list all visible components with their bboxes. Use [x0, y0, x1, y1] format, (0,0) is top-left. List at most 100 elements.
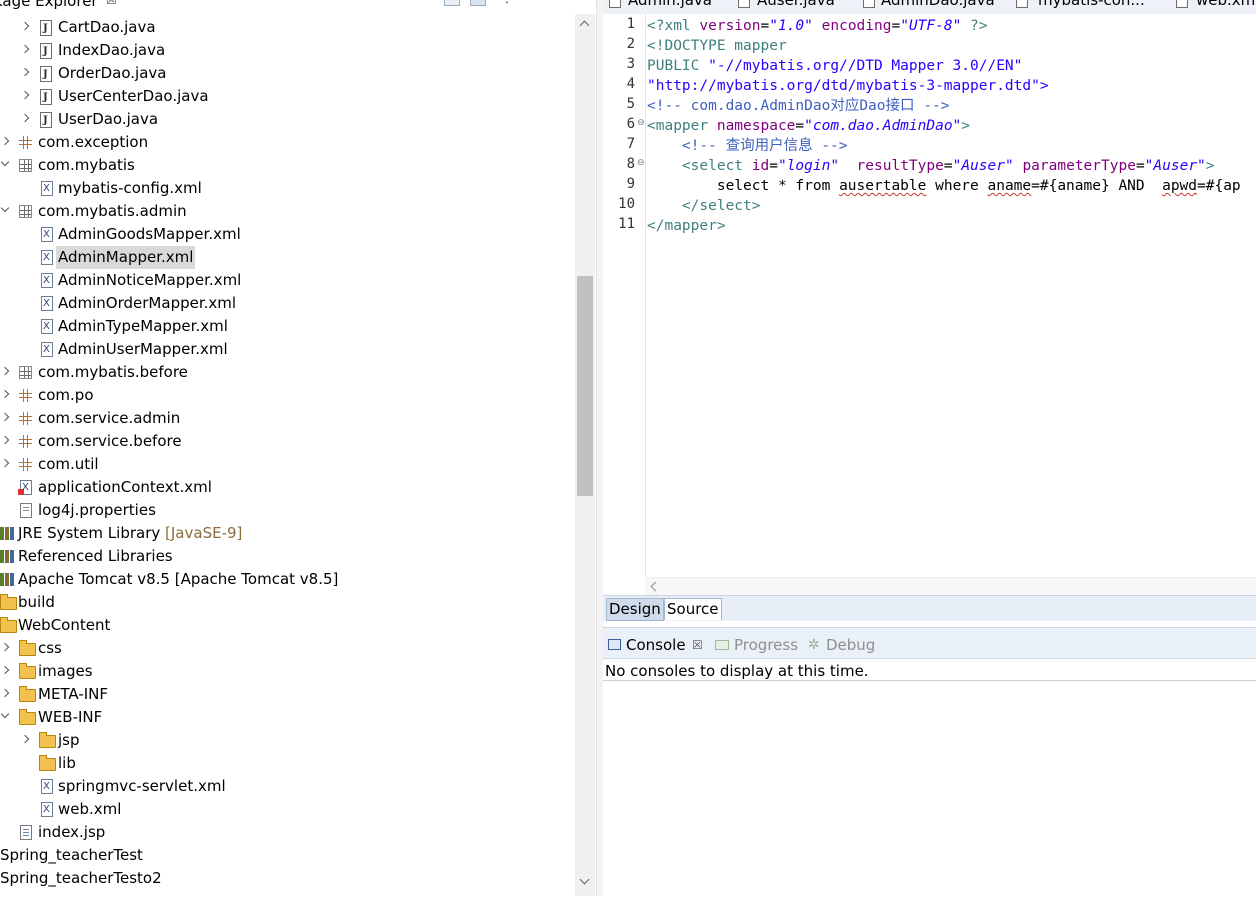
- tree-item-cartdao[interactable]: CartDao.java: [0, 16, 575, 40]
- collapse-all-icon[interactable]: [444, 0, 460, 6]
- tree-item-jsp-folder[interactable]: jsp: [0, 729, 575, 752]
- folder-open-icon: [19, 709, 36, 725]
- code-line-5: <!-- com.dao.AdminDao对应Dao接口 -->: [647, 98, 950, 114]
- tree-item-springmvc-servlet[interactable]: springmvc-servlet.xml: [0, 775, 575, 798]
- code-line-11: </mapper>: [647, 218, 726, 234]
- code-token: where: [926, 178, 988, 194]
- tree-item-tomcat[interactable]: Apache Tomcat v8.5 [Apache Tomcat v8.5]: [0, 568, 575, 591]
- jsp-file-icon: [20, 825, 32, 840]
- fold-collapse-icon[interactable]: ⊖: [637, 158, 645, 168]
- tree-item-com-service-admin[interactable]: com.service.admin: [0, 407, 575, 430]
- tree-item-images[interactable]: images: [0, 660, 575, 683]
- scrollbar-thumb[interactable]: [577, 276, 593, 496]
- collapse-arrow-icon[interactable]: [1, 713, 9, 721]
- tree-item-label: build: [18, 593, 55, 611]
- line-number: 4: [626, 76, 635, 92]
- line-number: 1: [626, 16, 635, 32]
- tree-item-project-spring-teachertesto2[interactable]: Spring_teacherTesto2: [0, 867, 575, 890]
- close-icon[interactable]: ☒: [692, 635, 703, 655]
- tree-item-com-mybatis-admin[interactable]: com.mybatis.admin: [0, 200, 575, 223]
- expand-arrow-icon[interactable]: [21, 92, 29, 100]
- expand-arrow-icon[interactable]: [1, 368, 9, 376]
- scroll-down-arrow-icon[interactable]: [575, 874, 595, 894]
- tree-item-web-xml[interactable]: web.xml: [0, 798, 575, 821]
- tree-item-label: AdminMapper.xml: [56, 246, 196, 269]
- expand-arrow-icon[interactable]: [1, 414, 9, 422]
- expand-arrow-icon[interactable]: [21, 46, 29, 54]
- tree-item-label: com.exception: [38, 133, 149, 151]
- tree-item-css[interactable]: css: [0, 637, 575, 660]
- tree-item-usercenterdao[interactable]: UserCenterDao.java: [0, 85, 575, 109]
- code-area[interactable]: 1 2 3 4 5 6 ⊖ 7 8 ⊖ 9 10 11 <?xml versio…: [603, 14, 1256, 577]
- collapse-arrow-icon[interactable]: [1, 207, 9, 215]
- tree-item-adminmapper-selected[interactable]: AdminMapper.xml: [0, 246, 575, 269]
- expand-arrow-icon[interactable]: [21, 736, 29, 744]
- expand-arrow-icon[interactable]: [1, 644, 9, 652]
- folder-icon: [19, 663, 36, 679]
- xml-file-icon: [41, 315, 53, 338]
- tree-item-lib[interactable]: lib: [0, 752, 575, 775]
- link-with-editor-icon[interactable]: [470, 0, 486, 6]
- java-file-icon: [40, 86, 52, 109]
- console-empty-message: No consoles to display at this time.: [605, 662, 869, 680]
- code-token: <?xml: [647, 18, 700, 34]
- fold-collapse-icon[interactable]: ⊖: [637, 118, 645, 128]
- tree-item-adminusermapper[interactable]: AdminUserMapper.xml: [0, 338, 575, 361]
- scroll-left-arrow-icon[interactable]: [649, 580, 659, 592]
- expand-arrow-icon[interactable]: [21, 23, 29, 31]
- tree-item-adminnoticemapper[interactable]: AdminNoticeMapper.xml: [0, 269, 575, 292]
- tree-item-project-spring-teachertest[interactable]: Spring_teacherTest: [0, 844, 575, 867]
- expand-arrow-icon[interactable]: [1, 460, 9, 468]
- tree-item-label: com.mybatis: [38, 156, 135, 174]
- tree-item-label: META-INF: [38, 685, 109, 703]
- tree-item-com-util[interactable]: com.util: [0, 453, 575, 476]
- tree-item-index-jsp[interactable]: index.jsp: [0, 821, 575, 844]
- code-token: =: [1135, 158, 1145, 174]
- tree-item-com-mybatis[interactable]: com.mybatis: [0, 154, 575, 177]
- tree-item-referenced-libraries[interactable]: Referenced Libraries: [0, 545, 575, 568]
- vertical-scrollbar[interactable]: [575, 14, 595, 896]
- scroll-up-arrow-icon[interactable]: [575, 14, 595, 34]
- tree-item-mybatis-config[interactable]: mybatis-config.xml: [0, 177, 575, 200]
- tree-item-label: UserDao.java: [58, 110, 159, 128]
- tree-item-orderdao[interactable]: OrderDao.java: [0, 62, 575, 86]
- expand-arrow-icon[interactable]: [1, 690, 9, 698]
- tab-design[interactable]: Design: [606, 598, 664, 621]
- tree-item-meta-inf[interactable]: META-INF: [0, 683, 575, 706]
- tab-source[interactable]: Source: [664, 598, 722, 620]
- tree-item-log4j[interactable]: log4j.properties: [0, 499, 575, 522]
- tree-item-applicationcontext[interactable]: applicationContext.xml: [0, 476, 575, 499]
- tree-item-indexdao[interactable]: IndexDao.java: [0, 39, 575, 63]
- tree-item-com-exception[interactable]: com.exception: [0, 131, 575, 154]
- library-icon: [0, 550, 14, 563]
- tree-item-web-inf[interactable]: WEB-INF: [0, 706, 575, 729]
- tree-item-com-mybatis-before[interactable]: com.mybatis.before: [0, 361, 575, 384]
- view-title[interactable]: kage Explorer: [0, 0, 98, 10]
- line-number: 11: [618, 216, 635, 232]
- tree-item-com-service-before[interactable]: com.service.before: [0, 430, 575, 453]
- tree-item-build[interactable]: build: [0, 591, 575, 614]
- horizontal-scrollbar[interactable]: [645, 577, 1256, 595]
- expand-arrow-icon[interactable]: [1, 138, 9, 146]
- view-menu-icon[interactable]: ⋮: [500, 0, 514, 6]
- minimize-icon[interactable]: —: [560, 0, 572, 6]
- tree-item-label: com.mybatis.admin: [38, 202, 187, 220]
- tree-item-admingoodsmapper[interactable]: AdminGoodsMapper.xml: [0, 223, 575, 246]
- code-line-9: select * from ausertable where aname=#{a…: [647, 176, 1241, 196]
- tree-item-webcontent[interactable]: WebContent: [0, 614, 575, 637]
- expand-arrow-icon[interactable]: [21, 69, 29, 77]
- tree-item-com-po[interactable]: com.po: [0, 384, 575, 407]
- tree-item-userdao[interactable]: UserDao.java: [0, 108, 575, 132]
- expand-arrow-icon[interactable]: [21, 115, 29, 123]
- expand-arrow-icon[interactable]: [1, 437, 9, 445]
- expand-arrow-icon[interactable]: [1, 667, 9, 675]
- close-icon[interactable]: ☒: [106, 0, 117, 7]
- tree-item-adminordermapper[interactable]: AdminOrderMapper.xml: [0, 292, 575, 315]
- console-tab-bar: Console ☒ Progress ✲ Debug: [603, 628, 1256, 659]
- collapse-arrow-icon[interactable]: [1, 161, 9, 169]
- expand-arrow-icon[interactable]: [1, 391, 9, 399]
- folder-icon: [39, 732, 56, 748]
- tree-item-label: springmvc-servlet.xml: [58, 777, 226, 795]
- tree-item-jre-library[interactable]: JRE System Library [JavaSE-9]: [0, 522, 575, 545]
- tree-item-admintypemapper[interactable]: AdminTypeMapper.xml: [0, 315, 575, 338]
